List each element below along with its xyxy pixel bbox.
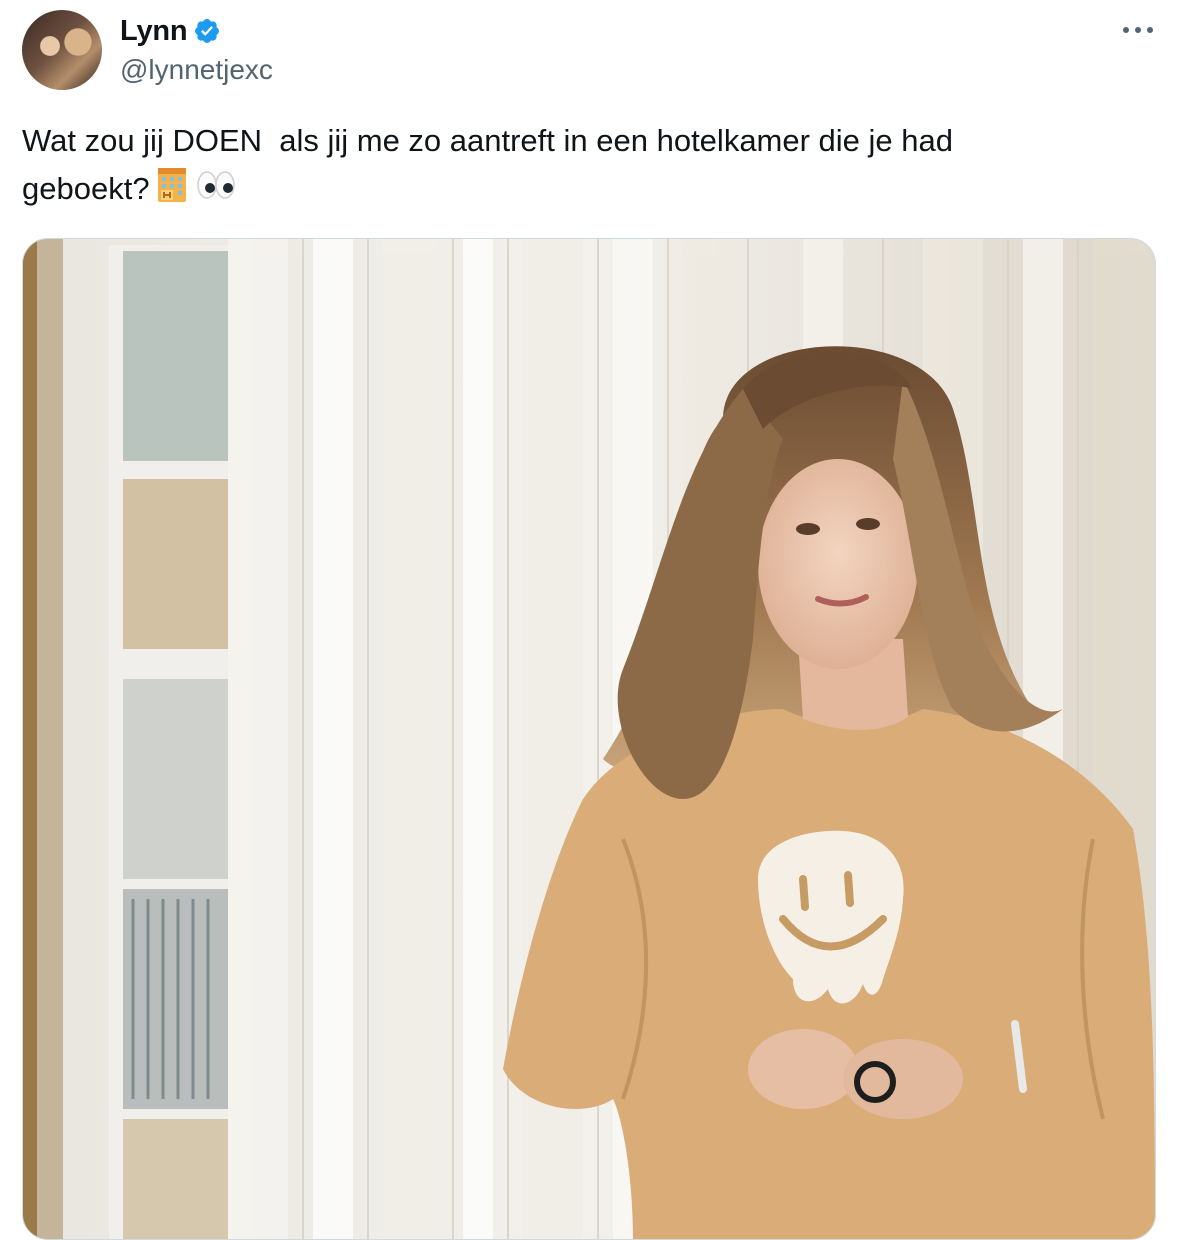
hotel-emoji-icon <box>157 168 186 202</box>
author-avatar[interactable] <box>22 10 102 90</box>
more-dot <box>1135 27 1141 33</box>
author-handle[interactable]: @lynnetjexc <box>120 54 273 86</box>
more-dot <box>1123 27 1129 33</box>
more-dot <box>1147 27 1153 33</box>
tweet-card: Lynn @lynnetjexc Wat zou jij DOEN als ji… <box>0 0 1190 1240</box>
photo-woman-in-hotel-room <box>23 239 1155 1239</box>
more-options-button[interactable] <box>1116 12 1160 48</box>
author-name-row: Lynn <box>120 14 221 48</box>
tweet-text-container: Wat zou jij DOEN als jij me zo aantreft … <box>22 118 1122 212</box>
verified-badge-icon[interactable] <box>193 17 221 45</box>
eyes-emoji-icon <box>196 171 235 199</box>
author-display-name[interactable]: Lynn <box>120 15 188 48</box>
tweet-media-photo[interactable] <box>22 238 1156 1240</box>
